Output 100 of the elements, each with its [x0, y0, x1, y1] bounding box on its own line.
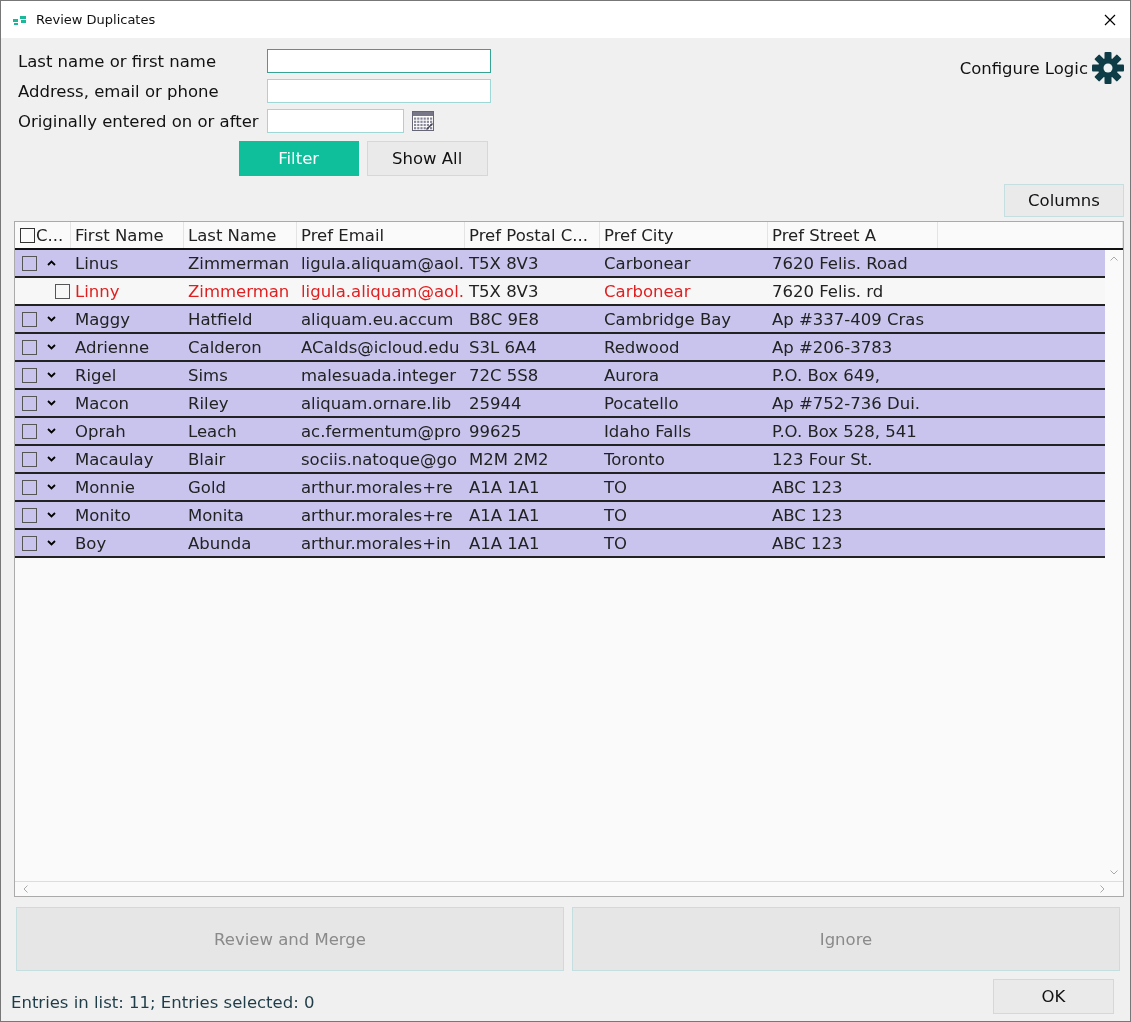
table-cell-text: A1A 1A1 [468, 532, 541, 555]
table-cell-text: ABC 123 [771, 504, 844, 527]
column-header[interactable]: Last Name [184, 222, 297, 248]
columns-button[interactable]: Columns [1004, 184, 1124, 217]
table-cell-text: Zimmerman [187, 252, 291, 275]
column-header[interactable]: Pref City [600, 222, 768, 248]
table-cell-text: Oprah [74, 420, 127, 443]
table-cell-text: Adrienne [74, 336, 151, 359]
table-row[interactable]: Oprah Leach ac.fermentum@pro 99625 Idaho Falls P.O. Box 528, 541 [15, 418, 1105, 446]
column-header[interactable]: Pref Street A [768, 222, 938, 248]
column-header[interactable]: First Name [71, 222, 184, 248]
table-cell-text: Riley [187, 392, 230, 415]
table-cell-text: Maggy [74, 308, 132, 331]
field-label: Address, email or phone [18, 81, 220, 101]
caret-down-icon[interactable] [47, 344, 56, 350]
caret-down-icon[interactable] [47, 400, 56, 406]
field-label: Originally entered on or after [18, 111, 259, 131]
table-cell-text: T5X 8V3 [468, 252, 540, 275]
table-cell-text: Linny [74, 280, 121, 303]
table-row[interactable]: Maggy Hatfield aliquam.eu.accum B8C 9E8 Cambridge Bay Ap #337-409 Cras [15, 306, 1105, 334]
table-cell-text: Monnie [74, 476, 136, 499]
row-checkbox[interactable] [22, 395, 37, 411]
app-logo-icon [13, 14, 27, 25]
table-cell-text: Aurora [603, 364, 661, 387]
scroll-left-icon [23, 885, 28, 893]
table-row[interactable]: Adrienne Calderon ACalds@icloud.edu S3L 6A4 Redwood Ap #206-3783 [15, 334, 1105, 362]
table-cell-text: malesuada.integer [300, 364, 457, 387]
table-cell-text: Linus [74, 252, 120, 275]
table-row[interactable]: Macon Riley aliquam.ornare.lib 25944 Pocatello Ap #752-736 Dui. [15, 390, 1105, 418]
table-cell-text: T5X 8V3 [468, 280, 540, 303]
table-cell-text: TO [603, 476, 629, 499]
date-field[interactable] [266, 109, 404, 133]
row-checkbox[interactable] [22, 479, 37, 495]
table-cell-text: 7620 Felis. Road [771, 252, 909, 275]
table-cell-text: Calderon [187, 336, 263, 359]
table-cell-text: Cambridge Bay [603, 308, 733, 331]
table-cell-text: Macon [74, 392, 130, 415]
caret-down-icon[interactable] [47, 456, 56, 462]
caret-down-icon[interactable] [47, 372, 56, 378]
table-row[interactable]: Boy Abunda arthur.morales+in A1A 1A1 TO ABC 123 [15, 530, 1105, 558]
table-cell-text: Blair [187, 448, 227, 471]
row-checkbox[interactable] [22, 255, 37, 271]
column-header[interactable]: Pref Email [297, 222, 465, 248]
caret-down-icon[interactable] [47, 540, 56, 546]
table-row[interactable]: Macaulay Blair sociis.natoque@go M2M 2M2 Toronto 123 Four St. [15, 446, 1105, 474]
table-cell-text: Hatfield [187, 308, 254, 331]
select-all-checkbox[interactable] [20, 227, 35, 243]
show-all-button[interactable]: Show All [366, 141, 488, 176]
table-cell-text: B8C 9E8 [468, 308, 540, 331]
scroll-up-icon [1110, 256, 1118, 261]
table-cell-text: Redwood [603, 336, 681, 359]
table-cell-text: P.O. Box 649, [771, 364, 882, 387]
ok-button[interactable]: OK [993, 979, 1114, 1014]
table-cell-text: 72C 5S8 [468, 364, 540, 387]
table-cell-text: aliquam.eu.accum [300, 308, 455, 331]
caret-up-icon[interactable] [47, 260, 56, 266]
table-cell-text: arthur.morales+in [300, 532, 453, 555]
row-checkbox[interactable] [22, 423, 37, 439]
column-header[interactable]: C... [36, 225, 64, 245]
caret-down-icon[interactable] [47, 428, 56, 434]
table-row[interactable]: Linus Zimmerman ligula.aliquam@aol. T5X 8V3 Carbonear 7620 Felis. Road [15, 250, 1105, 278]
configure-logic-button[interactable]: Configure Logic [959, 51, 1124, 85]
table-cell-text: Monita [187, 504, 245, 527]
table-cell-text: Gold [187, 476, 227, 499]
table-row[interactable]: Monito Monita arthur.morales+re A1A 1A1 TO ABC 123 [15, 502, 1105, 530]
settings-icon [1092, 52, 1124, 84]
row-checkbox[interactable] [22, 451, 37, 467]
caret-down-icon[interactable] [47, 512, 56, 518]
table-cell-text: Sims [187, 364, 229, 387]
table-cell-text: S3L 6A4 [468, 336, 538, 359]
calendar-icon[interactable] [411, 111, 434, 131]
caret-down-icon[interactable] [47, 484, 56, 490]
table-cell-text: ABC 123 [771, 476, 844, 499]
table-cell-text: M2M 2M2 [468, 448, 550, 471]
row-checkbox[interactable] [55, 283, 70, 299]
row-checkbox[interactable] [22, 535, 37, 551]
input-field[interactable] [266, 79, 491, 103]
table-cell-text: A1A 1A1 [468, 504, 541, 527]
table-cell-text: Ap #752-736 Dui. [771, 392, 921, 415]
column-header[interactable]: Pref Postal C... [465, 222, 600, 248]
row-checkbox[interactable] [22, 339, 37, 355]
row-checkbox[interactable] [22, 507, 37, 523]
table-cell-text: Abunda [187, 532, 253, 555]
table-row[interactable]: Monnie Gold arthur.morales+re A1A 1A1 TO ABC 123 [15, 474, 1105, 502]
table-cell-text: ligula.aliquam@aol. [300, 252, 465, 275]
input-field[interactable] [266, 49, 491, 73]
row-checkbox[interactable] [22, 311, 37, 327]
table-cell-text: Zimmerman [187, 280, 291, 303]
table-cell-text: ACalds@icloud.edu [300, 336, 461, 359]
status-text: Entries in list: 11; Entries selected: 0 [11, 993, 315, 1012]
caret-down-icon[interactable] [47, 316, 56, 322]
field-label: Last name or first name [18, 51, 218, 71]
table-cell-text: arthur.morales+re [300, 504, 454, 527]
table-row[interactable]: Rigel Sims malesuada.integer 72C 5S8 Aurora P.O. Box 649, [15, 362, 1105, 390]
table-cell-text: A1A 1A1 [468, 476, 541, 499]
table-cell-text: ligula.aliquam@aol. [300, 280, 465, 303]
row-checkbox[interactable] [22, 367, 37, 383]
table-cell-text: Monito [74, 504, 132, 527]
table-cell-text: 99625 [468, 420, 523, 443]
scroll-down-icon [1110, 870, 1118, 875]
